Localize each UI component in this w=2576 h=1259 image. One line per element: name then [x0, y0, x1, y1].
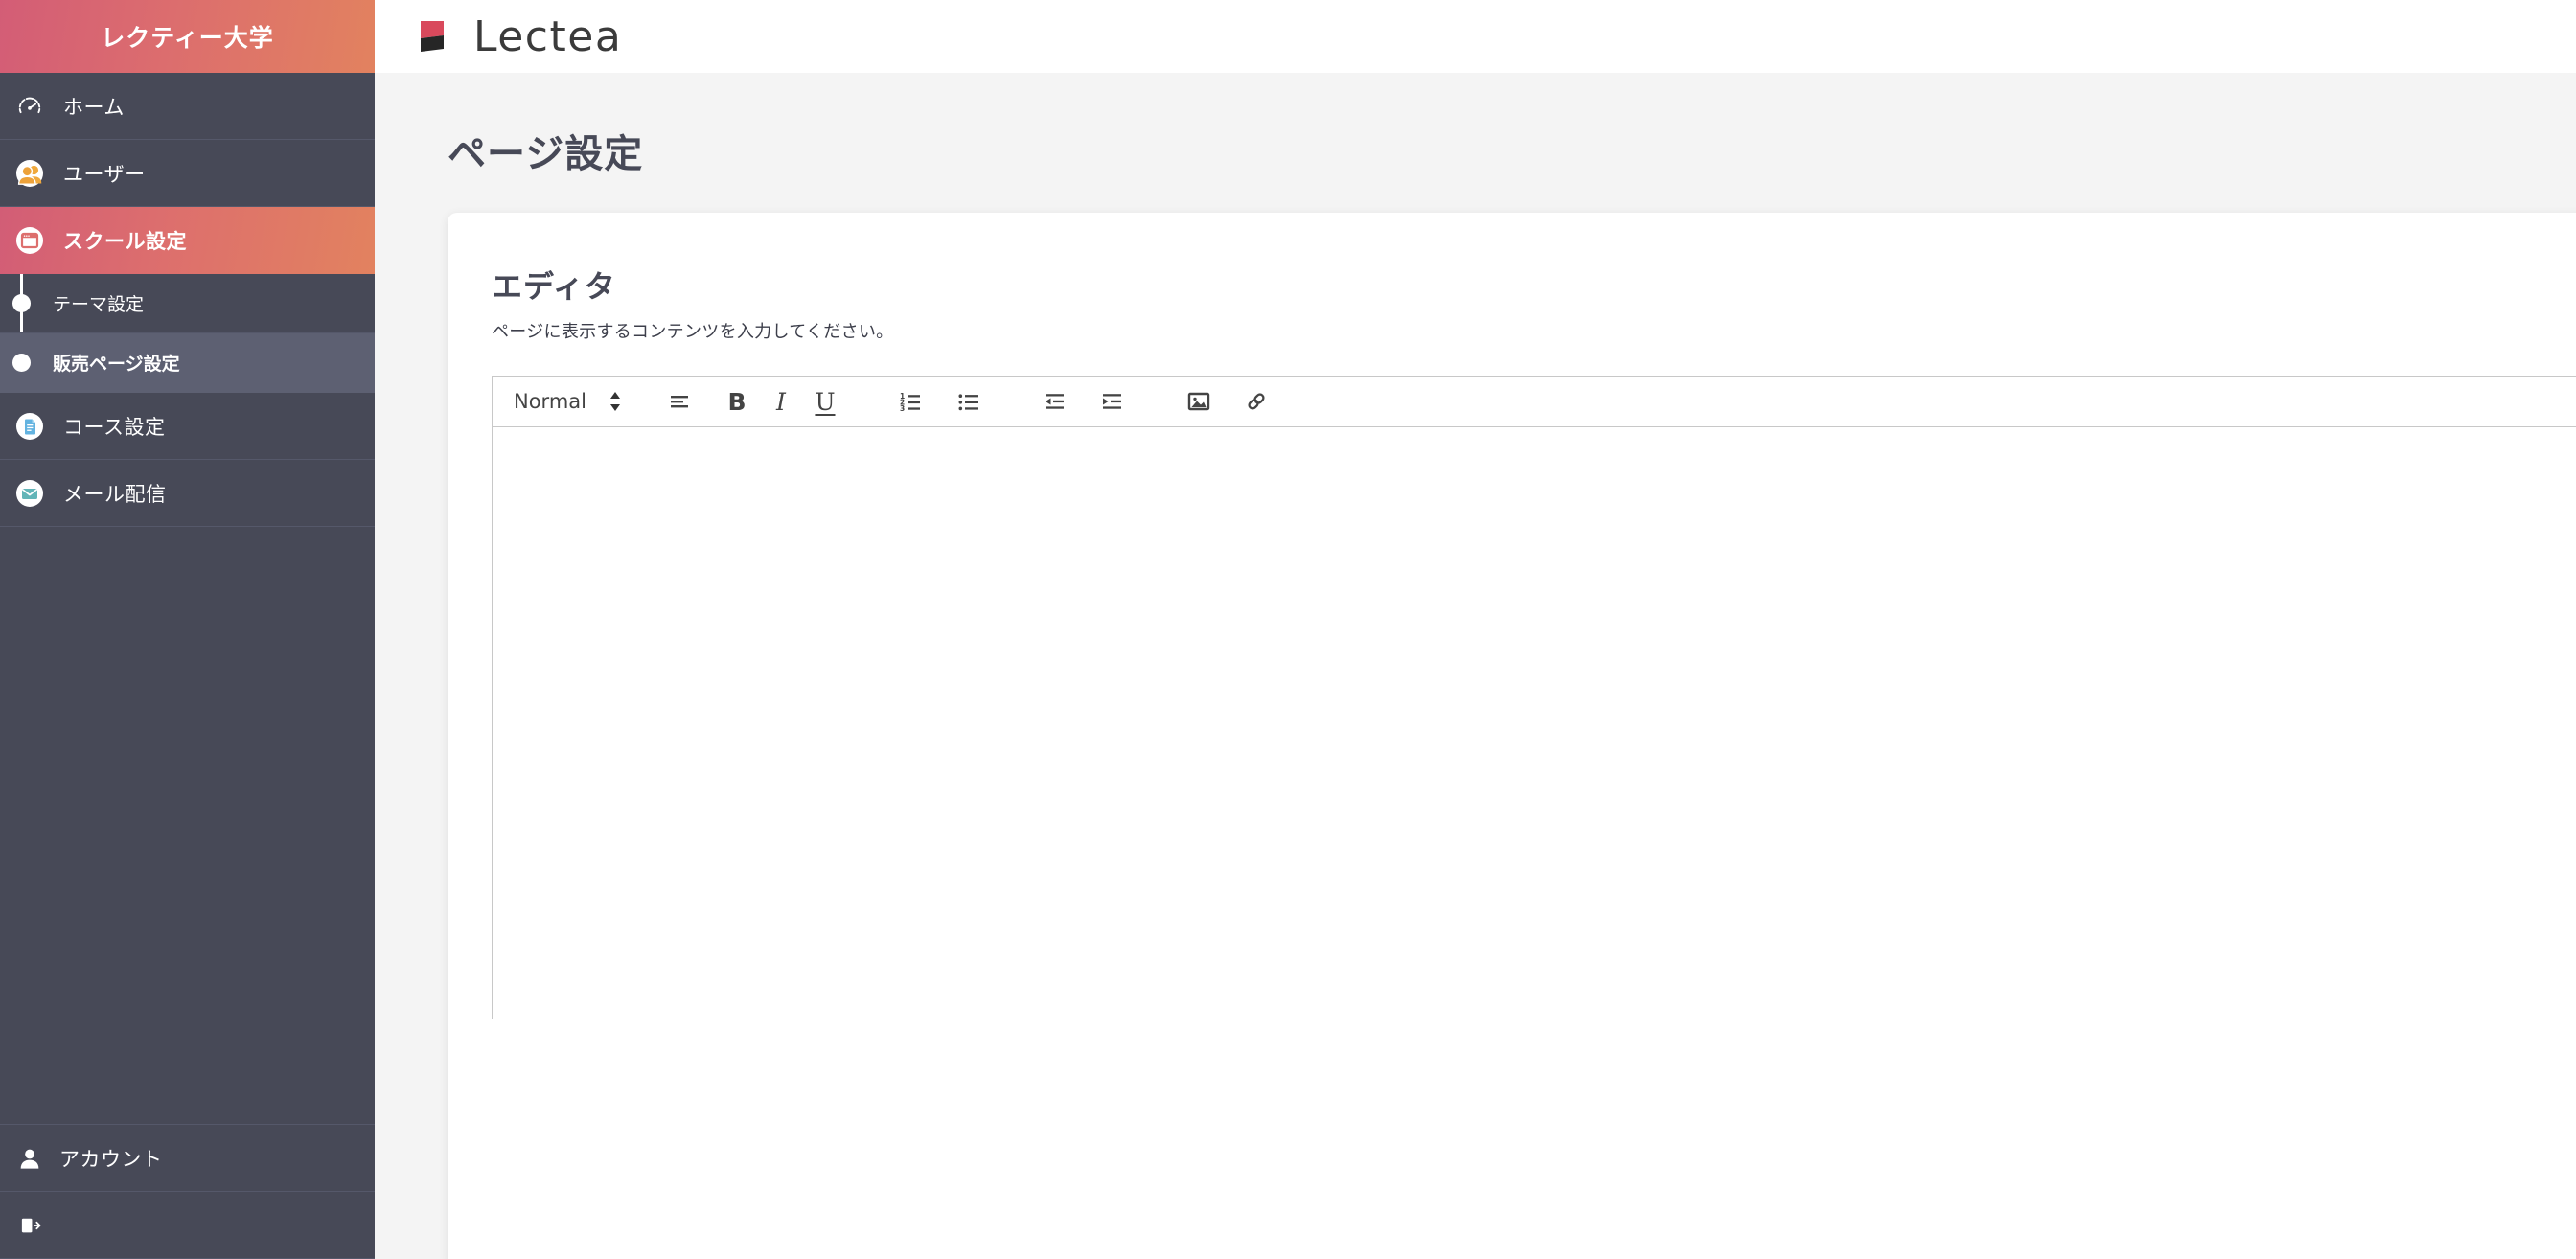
- ordered-list-button[interactable]: 1 2 3: [889, 379, 933, 423]
- sidebar-subitem-theme-settings[interactable]: テーマ設定: [0, 274, 375, 333]
- rich-text-editor: Normal B I U 1 2 3: [492, 376, 2576, 1019]
- sidebar-nav: ホーム ユーザー スクール設定 テーマ設定 販売ページ設定 コース設定 メール配…: [0, 73, 375, 1259]
- editor-card-title: エディタ: [492, 269, 616, 304]
- bullet-list-button[interactable]: [947, 379, 991, 423]
- insert-image-button[interactable]: [1177, 379, 1221, 423]
- underline-icon: U: [815, 387, 836, 416]
- sidebar-item-label: スクール設定: [63, 230, 187, 253]
- link-chain-icon: [1244, 389, 1269, 414]
- sidebar-item-school-settings[interactable]: スクール設定: [0, 207, 375, 274]
- logout-icon: [13, 1209, 46, 1242]
- indent-button[interactable]: [1091, 379, 1135, 423]
- bold-icon: B: [727, 387, 747, 416]
- browser-window-icon: [13, 224, 46, 257]
- image-icon: [1186, 389, 1211, 414]
- lectea-logo-text: Lectea: [473, 11, 623, 61]
- outdent-button[interactable]: [1033, 379, 1077, 423]
- app-root: レクティー大学 ホーム ユーザー スクール設定 テーマ設定 販売ページ設定 コー…: [0, 0, 2576, 1259]
- align-left-button[interactable]: [657, 379, 702, 423]
- lectea-logo-mark-icon: [415, 17, 457, 56]
- sidebar-subitem-label: 販売ページ設定: [53, 355, 180, 375]
- editor-text-area[interactable]: [492, 427, 2576, 1019]
- underline-button[interactable]: U: [803, 379, 847, 423]
- main-area: Lectea ページ設定 エディタ ページに表示するコンテンツを入力してください…: [375, 0, 2576, 1259]
- sidebar-brand-label: レクティー大学: [101, 25, 274, 52]
- sidebar-item-partial[interactable]: [0, 1192, 375, 1259]
- ordered-list-icon: 1 2 3: [899, 389, 924, 414]
- sidebar-item-account[interactable]: アカウント: [0, 1125, 375, 1192]
- submenu-dot-icon: [12, 294, 31, 312]
- sidebar-item-label: コース設定: [63, 416, 166, 439]
- sidebar-item-home[interactable]: ホーム: [0, 73, 375, 140]
- align-left-icon: [667, 389, 692, 414]
- editor-toolbar: Normal B I U 1 2 3: [492, 376, 2576, 427]
- dashboard-gauge-icon: [13, 90, 46, 123]
- bold-button[interactable]: B: [715, 379, 759, 423]
- insert-link-button[interactable]: [1234, 379, 1278, 423]
- italic-icon: I: [776, 387, 786, 416]
- sidebar-subitem-label: テーマ設定: [53, 295, 145, 315]
- topbar: Lectea: [375, 0, 2576, 73]
- sidebar-item-users[interactable]: ユーザー: [0, 140, 375, 207]
- format-picker[interactable]: Normal: [514, 389, 623, 414]
- sidebar-item-label: ユーザー: [63, 163, 146, 186]
- sidebar-item-label: アカウント: [59, 1148, 163, 1171]
- page-title: ページ設定: [448, 133, 644, 175]
- person-icon: [13, 1142, 46, 1175]
- editor-card: エディタ ページに表示するコンテンツを入力してください。 Normal B I …: [448, 213, 2576, 1259]
- users-icon: [13, 157, 46, 190]
- lectea-logo[interactable]: Lectea: [415, 12, 622, 61]
- sidebar-submenu: テーマ設定 販売ページ設定: [0, 274, 375, 393]
- sidebar-spacer: [0, 527, 375, 1125]
- sidebar-subitem-sales-page-settings[interactable]: 販売ページ設定: [0, 333, 375, 393]
- chevron-updown-icon: [608, 389, 623, 414]
- sidebar-item-course-settings[interactable]: コース設定: [0, 393, 375, 460]
- italic-button[interactable]: I: [759, 379, 803, 423]
- svg-text:3: 3: [900, 404, 905, 413]
- sidebar-item-label: メール配信: [63, 483, 167, 506]
- outdent-icon: [1043, 389, 1068, 414]
- submenu-dot-icon: [12, 354, 31, 372]
- document-icon: [13, 410, 46, 443]
- sidebar-item-mail-delivery[interactable]: メール配信: [0, 460, 375, 527]
- indent-icon: [1100, 389, 1125, 414]
- format-picker-value: Normal: [514, 390, 586, 413]
- envelope-icon: [13, 477, 46, 510]
- bullet-list-icon: [956, 389, 981, 414]
- sidebar-item-label: ホーム: [63, 96, 125, 119]
- editor-card-description: ページに表示するコンテンツを入力してください。: [492, 322, 894, 341]
- sidebar: レクティー大学 ホーム ユーザー スクール設定 テーマ設定 販売ページ設定 コー…: [0, 0, 375, 1259]
- sidebar-brand[interactable]: レクティー大学: [0, 0, 375, 73]
- content-area: ページ設定 エディタ ページに表示するコンテンツを入力してください。 Norma…: [375, 73, 2576, 1259]
